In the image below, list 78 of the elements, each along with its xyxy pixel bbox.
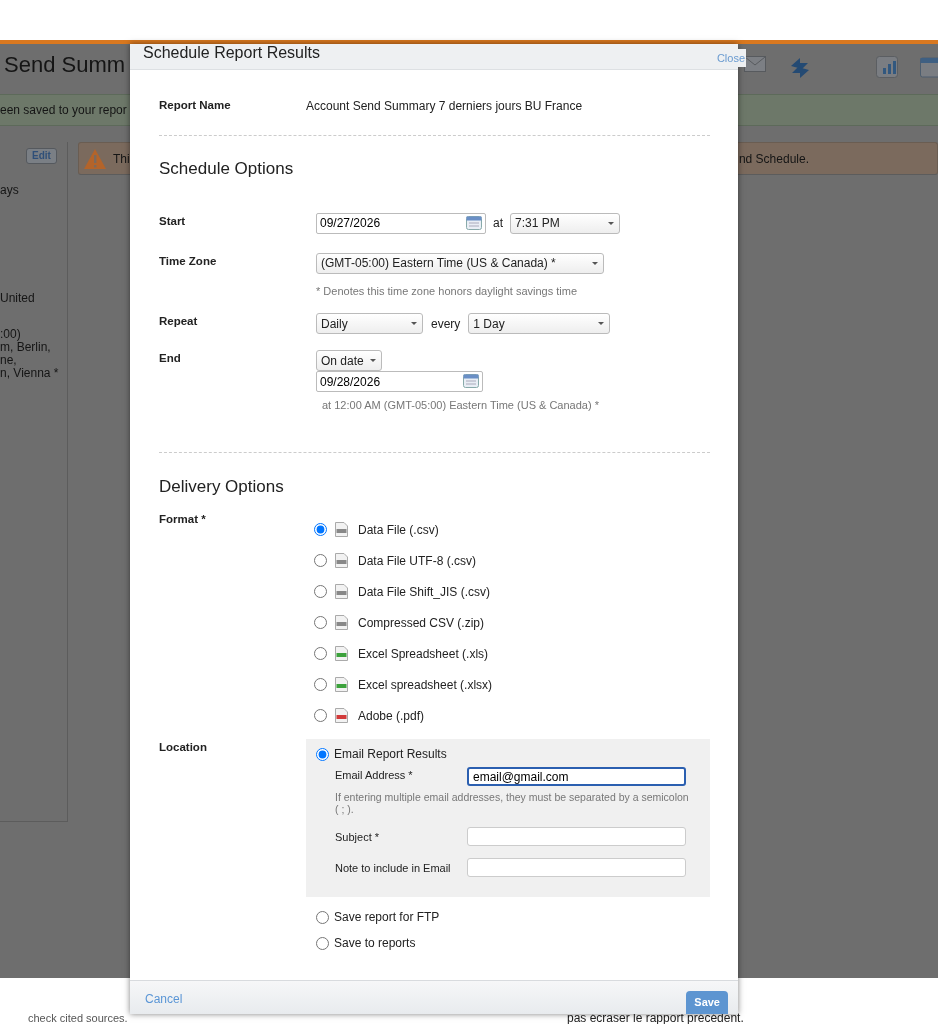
caret-icon [607, 220, 615, 226]
field-label: Subject * [335, 830, 381, 845]
chart-icon [876, 56, 898, 78]
sidebar-text: United [0, 292, 36, 305]
calendar-icon [463, 374, 479, 388]
radio-button[interactable] [316, 910, 329, 924]
dropdown[interactable]: 7:31 PM [510, 212, 620, 234]
date-field[interactable]: 09/27/2026 [316, 212, 486, 234]
field-label: Repeat [159, 314, 199, 329]
field-label: Time Zone [159, 253, 218, 269]
calendar-icon [920, 56, 938, 78]
format-label: Data File (.csv) [358, 521, 439, 539]
dialog-title: Schedule Report Results [143, 44, 320, 61]
at-label: at [493, 215, 503, 232]
format-label: Excel Spreadsheet (.xls) [358, 645, 489, 663]
footer-text: check cited sources. [28, 1013, 128, 1024]
field-label: Location [159, 740, 208, 755]
format-label: Data File UTF-8 (.csv) [358, 552, 476, 570]
radio-button[interactable] [314, 678, 327, 691]
option-label: Save to reports [334, 935, 416, 952]
radio-button[interactable] [316, 747, 329, 761]
field-label: End [159, 351, 182, 366]
file-icon [335, 646, 348, 661]
hint-text: If entering multiple email addresses, they must be separated by a semicolon ( ; ). [335, 791, 690, 815]
radio-button[interactable] [314, 647, 327, 660]
page-title: Send Summ [4, 51, 126, 79]
text-input[interactable] [467, 827, 686, 846]
sidebar-text: m, Berlin, [0, 341, 52, 354]
file-icon [335, 677, 348, 692]
option-label: Save report for FTP [334, 909, 440, 926]
warning-text: Thi [113, 150, 130, 168]
caret-icon [597, 321, 606, 326]
hint-text: at 12:00 AM (GMT-05:00) Eastern Time (US & Canada) * [322, 398, 600, 413]
dropdown[interactable]: Daily [316, 313, 423, 334]
field-label: Format * [159, 512, 207, 527]
field-label: Start [159, 213, 187, 229]
dropdown[interactable]: (GMT-05:00) Eastern Time (US & Canada) * [316, 252, 604, 274]
radio-button[interactable] [316, 936, 329, 950]
section-heading: Schedule Options [159, 158, 295, 180]
text-input[interactable]: email@gmail.com [467, 767, 686, 786]
file-icon [335, 708, 348, 723]
hint-text: * Denotes this time zone honors daylight savings time [316, 283, 579, 299]
caret-icon [591, 260, 599, 266]
sidebar-text: ays [0, 184, 20, 197]
warning-text: nd Schedule. [738, 150, 809, 168]
caret-icon [410, 321, 418, 326]
file-icon [335, 553, 348, 568]
report-name: Account Send Summary 7 derniers jours BU France [306, 99, 583, 113]
section-heading: Delivery Options [159, 475, 285, 498]
date-field[interactable]: 09/28/2026 [316, 371, 483, 392]
calendar-icon [466, 215, 482, 230]
envelope-icon [744, 56, 766, 72]
caret-icon [369, 358, 377, 363]
radio-button[interactable] [314, 585, 327, 598]
format-label: Excel spreadsheet (.xlsx) [358, 676, 493, 694]
field-label: Note to include in Email [335, 861, 452, 876]
file-icon [335, 584, 348, 599]
sidebar-text: n, Vienna * [0, 367, 60, 380]
file-icon [335, 522, 348, 537]
option-label: Email Report Results [334, 746, 447, 763]
text-input[interactable] [467, 858, 686, 877]
sidebar-text: ne, [0, 354, 18, 367]
dropdown[interactable]: 1 Day [468, 313, 611, 334]
file-icon [335, 615, 348, 630]
field-label: Email Address * [335, 768, 414, 783]
format-label: Adobe (.pdf) [358, 707, 425, 725]
every-label: every [431, 315, 461, 333]
dropdown[interactable]: On date [316, 350, 382, 371]
radio-button[interactable] [314, 523, 327, 536]
radio-button[interactable] [314, 616, 327, 629]
sidebar-text: :00) [0, 328, 22, 341]
footer-text: pas écraser le rapport précédent. [567, 1013, 744, 1024]
format-label: Compressed CSV (.zip) [358, 614, 485, 632]
format-label: Data File Shift_JIS (.csv) [358, 583, 491, 601]
radio-button[interactable] [314, 709, 327, 722]
radio-button[interactable] [314, 554, 327, 567]
warning-icon [83, 147, 107, 170]
notice-text: een saved to your repor [0, 102, 127, 119]
